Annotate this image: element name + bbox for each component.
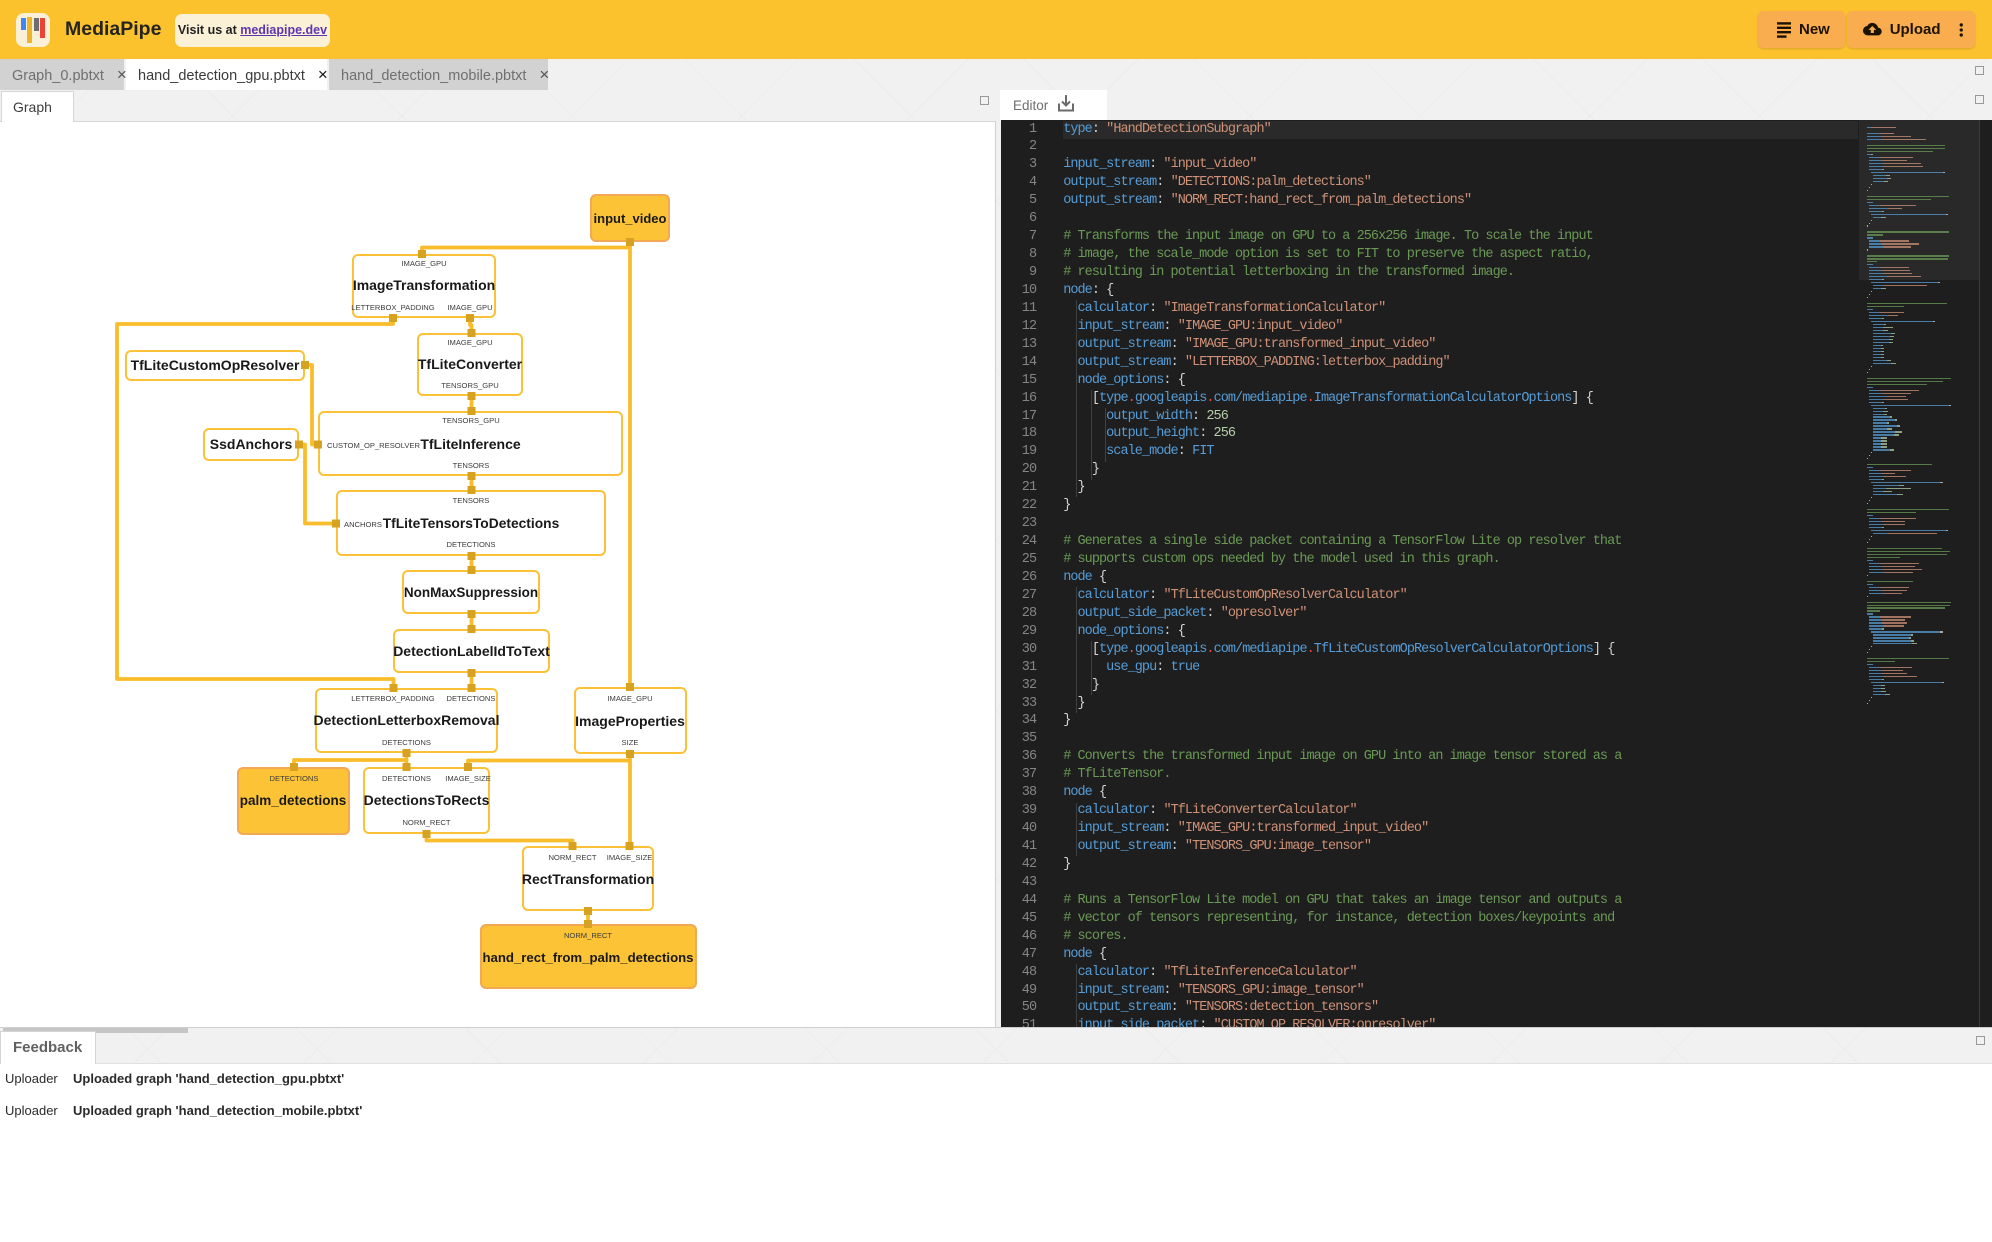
svg-text:SIZE: SIZE [622, 738, 639, 747]
svg-text:DetectionLabelIdToText: DetectionLabelIdToText [393, 643, 550, 659]
svg-text:TENSORS_GPU: TENSORS_GPU [442, 416, 499, 425]
svg-text:DetectionLetterboxRemoval: DetectionLetterboxRemoval [314, 712, 500, 728]
svg-text:IMAGE_GPU: IMAGE_GPU [607, 694, 652, 703]
svg-text:LETTERBOX_PADDING: LETTERBOX_PADDING [351, 303, 435, 312]
svg-text:NonMaxSuppression: NonMaxSuppression [404, 585, 538, 600]
svg-text:LETTERBOX_PADDING: LETTERBOX_PADDING [351, 694, 435, 703]
svg-text:hand_rect_from_palm_detections: hand_rect_from_palm_detections [482, 950, 693, 965]
svg-text:TfLiteInference: TfLiteInference [420, 436, 521, 452]
svg-text:SsdAnchors: SsdAnchors [210, 436, 293, 452]
svg-text:IMAGE_SIZE: IMAGE_SIZE [607, 853, 653, 862]
svg-text:IMAGE_GPU: IMAGE_GPU [401, 259, 446, 268]
svg-text:DETECTIONS: DETECTIONS [270, 774, 319, 783]
svg-text:DETECTIONS: DETECTIONS [382, 774, 431, 783]
svg-text:IMAGE_GPU: IMAGE_GPU [447, 338, 492, 347]
svg-text:TENSORS: TENSORS [453, 496, 490, 505]
svg-text:NORM_RECT: NORM_RECT [564, 931, 612, 940]
svg-text:DETECTIONS: DETECTIONS [447, 694, 496, 703]
svg-text:TfLiteCustomOpResolver: TfLiteCustomOpResolver [131, 357, 300, 373]
svg-text:IMAGE_GPU: IMAGE_GPU [447, 303, 492, 312]
svg-text:TfLiteConverter: TfLiteConverter [418, 356, 523, 372]
svg-text:palm_detections: palm_detections [240, 793, 347, 808]
svg-text:DETECTIONS: DETECTIONS [447, 540, 496, 549]
svg-text:NORM_RECT: NORM_RECT [548, 853, 596, 862]
svg-text:DETECTIONS: DETECTIONS [382, 738, 431, 747]
svg-text:NORM_RECT: NORM_RECT [402, 818, 450, 827]
svg-text:RectTransformation: RectTransformation [522, 871, 654, 887]
svg-text:IMAGE_SIZE: IMAGE_SIZE [445, 774, 491, 783]
svg-text:TENSORS_GPU: TENSORS_GPU [441, 381, 498, 390]
svg-text:ImageProperties: ImageProperties [575, 713, 685, 729]
svg-text:CUSTOM_OP_RESOLVER: CUSTOM_OP_RESOLVER [327, 441, 420, 450]
svg-text:TfLiteTensorsToDetections: TfLiteTensorsToDetections [383, 516, 560, 531]
svg-text:DetectionsToRects: DetectionsToRects [364, 792, 490, 808]
svg-text:ANCHORS: ANCHORS [344, 520, 382, 529]
svg-text:TENSORS: TENSORS [453, 461, 490, 470]
svg-text:ImageTransformation: ImageTransformation [353, 277, 495, 293]
svg-text:input_video: input_video [594, 211, 667, 226]
